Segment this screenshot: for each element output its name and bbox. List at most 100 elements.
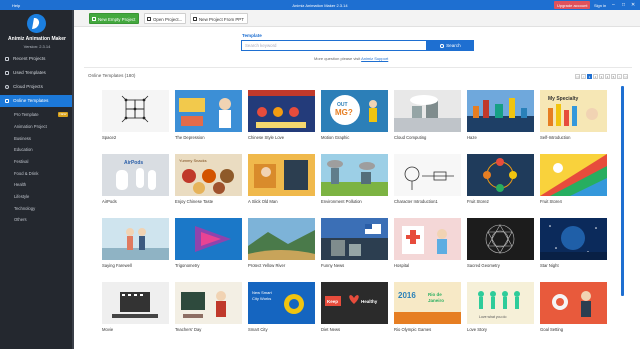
template-thumbnail xyxy=(248,218,315,260)
template-thumbnail xyxy=(321,154,388,196)
template-card[interactable]: Love what you do Love Story xyxy=(467,282,534,338)
category-pro-template[interactable]: Pro Template xyxy=(14,112,39,117)
template-name: Teachers' Day xyxy=(175,327,202,332)
sidebar-item-recent-projects[interactable]: Recent Projects xyxy=(0,53,72,65)
pager-page-1[interactable]: 1 xyxy=(587,74,592,79)
svg-text:2016: 2016 xyxy=(398,291,416,300)
support-link[interactable]: Animiz Support xyxy=(361,56,388,61)
upgrade-account-button[interactable]: Upgrade account xyxy=(554,1,591,9)
pager-page-3[interactable]: 3 xyxy=(599,74,604,79)
category-food-drink[interactable]: Food & Drink xyxy=(14,171,38,176)
template-card[interactable]: Cloud Computing xyxy=(394,90,461,146)
template-card[interactable]: Space2 xyxy=(102,90,169,146)
template-search-label: Template xyxy=(242,33,262,38)
template-card[interactable]: Hospital xyxy=(394,218,461,274)
pager-page-5[interactable]: 5 xyxy=(611,74,616,79)
template-thumbnail xyxy=(175,282,242,324)
template-card[interactable]: Protect Yellow River xyxy=(248,218,315,274)
pager-prev[interactable]: < xyxy=(581,74,586,79)
template-card[interactable]: Sacred Geometry xyxy=(467,218,534,274)
template-card[interactable]: My Specialty Self-Introduction xyxy=(540,90,607,146)
category-education[interactable]: Education xyxy=(14,147,33,152)
template-name: Space2 xyxy=(102,135,117,140)
template-thumbnail xyxy=(175,90,242,132)
new-badge: NEW xyxy=(58,112,68,117)
template-card[interactable]: Star Night xyxy=(540,218,607,274)
template-card[interactable]: Chinese Style Love xyxy=(248,90,315,146)
pager-first[interactable]: << xyxy=(575,74,580,79)
template-card[interactable]: Fruit Store4 xyxy=(540,154,607,210)
template-name: AirPods xyxy=(102,199,117,204)
template-card[interactable]: Yummy Snacks Enjoy Chinese Taste xyxy=(175,154,242,210)
template-card[interactable]: A Slick Old Man xyxy=(248,154,315,210)
sidebar-item-label: Online Templates xyxy=(13,98,49,103)
template-name: Goal Setting xyxy=(540,327,564,332)
svg-text:Healthy: Healthy xyxy=(361,299,378,304)
template-card[interactable]: Goal Setting xyxy=(540,282,607,338)
category-lifestyle[interactable]: Lifestyle xyxy=(14,194,29,199)
template-card[interactable]: 2016 Rio de Janeiro Rio Olympic Games xyxy=(394,282,461,338)
template-thumbnail: 2016 Rio de Janeiro xyxy=(394,282,461,324)
search-input[interactable]: Search keyword xyxy=(241,40,427,51)
svg-text:Rio de: Rio de xyxy=(428,292,442,297)
maximize-icon[interactable]: □ xyxy=(622,2,625,8)
new-empty-project-button[interactable]: New Empty Project xyxy=(89,13,140,24)
pager-page-2[interactable]: 2 xyxy=(593,74,598,79)
template-thumbnail: Yummy Snacks xyxy=(175,154,242,196)
template-name: Haze xyxy=(467,135,477,140)
svg-text:AirPods: AirPods xyxy=(124,160,143,166)
button-label: New Empty Project xyxy=(98,17,136,22)
svg-text:Love what you do: Love what you do xyxy=(479,315,506,319)
search-button[interactable]: Search xyxy=(427,40,474,51)
sign-in-link[interactable]: Sign in xyxy=(594,3,606,8)
category-technology[interactable]: Technology xyxy=(14,206,35,211)
sidebar-item-cloud-projects[interactable]: Cloud Projects xyxy=(0,81,72,93)
template-card[interactable]: Haze xyxy=(467,90,534,146)
open-project-button[interactable]: Open Project... xyxy=(144,13,187,24)
minimize-icon[interactable]: – xyxy=(612,2,615,8)
template-card[interactable]: OUT MG? Motion Graphic xyxy=(321,90,388,146)
template-card[interactable]: The Depression xyxy=(175,90,242,146)
template-card[interactable]: Character Introduction1 xyxy=(394,154,461,210)
help-text-label: More question please visit xyxy=(314,56,361,61)
template-name: Love Story xyxy=(467,327,488,332)
sidebar-item-used-templates[interactable]: Used Templates xyxy=(0,67,72,79)
close-icon[interactable]: ✕ xyxy=(631,2,635,8)
new-project-from-ppt-button[interactable]: New Project From PPT xyxy=(190,13,248,24)
category-business[interactable]: Business xyxy=(14,136,31,141)
template-card[interactable]: Fruit Store2 xyxy=(467,154,534,210)
folder-icon xyxy=(147,17,151,21)
template-card[interactable]: Teachers' Day xyxy=(175,282,242,338)
template-thumbnail xyxy=(102,282,169,324)
category-health[interactable]: Health xyxy=(14,182,26,187)
template-card[interactable]: Keep Healthy Diet News xyxy=(321,282,388,338)
template-name: Trigonometry xyxy=(175,263,200,268)
category-others[interactable]: Others xyxy=(14,217,27,222)
sidebar-item-label: Cloud Projects xyxy=(13,84,43,89)
template-name: Diet News xyxy=(321,327,341,332)
pager-last[interactable]: >> xyxy=(623,74,628,79)
button-label: New Project From PPT xyxy=(199,17,244,22)
plus-icon xyxy=(92,17,96,21)
svg-text:Yummy Snacks: Yummy Snacks xyxy=(179,158,207,163)
template-card[interactable]: Environment Pollution xyxy=(321,154,388,210)
template-card[interactable]: Trigonometry xyxy=(175,218,242,274)
template-thumbnail xyxy=(394,90,461,132)
template-thumbnail: Keep Healthy xyxy=(321,282,388,324)
category-animation-project[interactable]: Animation Project xyxy=(14,124,47,129)
pager-next[interactable]: > xyxy=(617,74,622,79)
app-logo xyxy=(27,14,46,33)
svg-text:My Specialty: My Specialty xyxy=(548,96,579,102)
pager-page-4[interactable]: 4 xyxy=(605,74,610,79)
template-card[interactable]: AirPods AirPods xyxy=(102,154,169,210)
template-card[interactable]: Movie xyxy=(102,282,169,338)
sidebar-item-online-templates[interactable]: Online Templates xyxy=(0,95,72,107)
clock-icon xyxy=(5,57,9,61)
category-festival[interactable]: Festival xyxy=(14,159,28,164)
templates-scrollbar[interactable] xyxy=(621,86,624,296)
template-thumbnail xyxy=(540,218,607,260)
template-card[interactable]: Saying Farewell xyxy=(102,218,169,274)
template-card[interactable]: Funny News xyxy=(321,218,388,274)
svg-text:Janeiro: Janeiro xyxy=(428,298,444,303)
template-card[interactable]: New Smart City Works Smart City xyxy=(248,282,315,338)
